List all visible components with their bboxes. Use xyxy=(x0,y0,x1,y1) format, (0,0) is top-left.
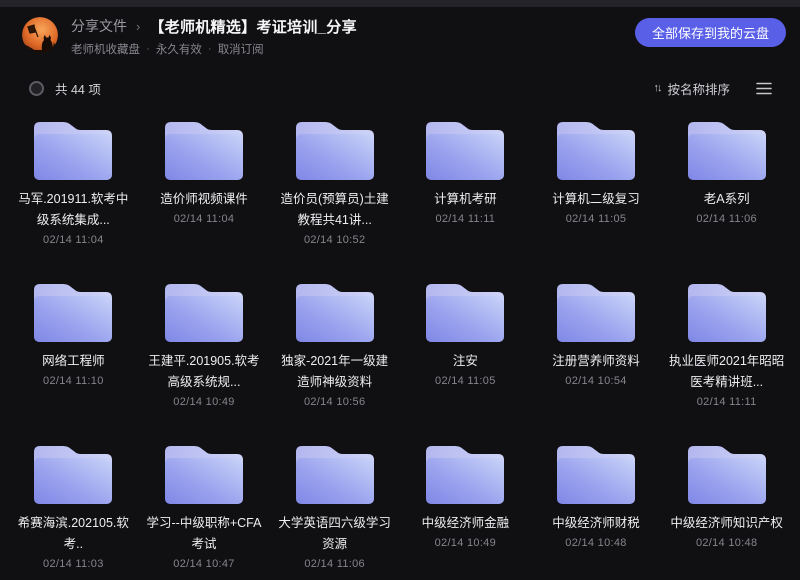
sort-by-name-label: 按名称排序 xyxy=(667,79,730,98)
folder-icon xyxy=(684,118,770,180)
share-header: 分享文件 › 【老师机精选】考证培训_分享 老师机收藏盘 · 永久有效 · 取消… xyxy=(0,7,800,57)
folder-item[interactable]: 马军.201911.软考中级系统集成... 02/14 11:04 xyxy=(8,118,139,280)
folder-item[interactable]: 中级经济师金融 02/14 10:49 xyxy=(400,442,531,580)
folder-icon xyxy=(422,280,508,342)
folder-date: 02/14 11:03 xyxy=(43,558,104,570)
folder-item[interactable]: 执业医师2021年昭昭医考精讲班... 02/14 11:11 xyxy=(661,280,792,442)
folder-item[interactable]: 中级经济师知识产权 02/14 10:48 xyxy=(661,442,792,580)
folder-icon xyxy=(30,280,116,342)
folder-icon xyxy=(161,442,247,504)
folder-name: 中级经济师金融 xyxy=(422,513,510,534)
folder-date: 02/14 10:47 xyxy=(173,558,234,570)
folder-name: 王建平.201905.软考高级系统规... xyxy=(145,351,263,393)
folder-icon xyxy=(684,280,770,342)
share-source-label: 老师机收藏盘 xyxy=(71,41,140,57)
select-all-circle[interactable] xyxy=(29,81,44,96)
folder-date: 02/14 10:54 xyxy=(565,375,626,387)
folder-icon xyxy=(422,118,508,180)
folder-item[interactable]: 网络工程师 02/14 11:10 xyxy=(8,280,139,442)
folder-date: 02/14 10:49 xyxy=(435,537,496,549)
folder-date: 02/14 10:48 xyxy=(696,537,757,549)
list-view-icon xyxy=(756,82,772,95)
folder-date: 02/14 10:52 xyxy=(304,234,365,246)
folder-icon xyxy=(422,442,508,504)
folder-name: 计算机二级复习 xyxy=(552,189,640,210)
folder-name: 执业医师2021年昭昭医考精讲班... xyxy=(668,351,786,393)
folder-item[interactable]: 中级经济师财税 02/14 10:48 xyxy=(531,442,662,580)
folder-icon xyxy=(553,118,639,180)
folder-item[interactable]: 计算机二级复习 02/14 11:05 xyxy=(531,118,662,280)
breadcrumb: 分享文件 › 【老师机精选】考证培训_分享 xyxy=(71,15,357,37)
folder-item[interactable]: 注安 02/14 11:05 xyxy=(400,280,531,442)
sort-control[interactable]: ↑↓ 按名称排序 xyxy=(653,79,730,98)
folder-name: 大学英语四六级学习资源 xyxy=(276,513,394,555)
arrows-up-down-icon: ↑↓ xyxy=(653,82,660,94)
folder-name: 中级经济师知识产权 xyxy=(670,513,783,534)
folder-icon xyxy=(30,118,116,180)
cat-sunset-avatar-icon xyxy=(22,17,58,53)
unsubscribe-link[interactable]: 取消订阅 xyxy=(218,41,264,57)
folder-name: 计算机考研 xyxy=(434,189,497,210)
avatar[interactable] xyxy=(22,17,58,53)
folder-item[interactable]: 造价师视频课件 02/14 11:04 xyxy=(139,118,270,280)
folder-date: 02/14 11:06 xyxy=(696,213,757,225)
folder-name: 老A系列 xyxy=(704,189,750,210)
folder-icon xyxy=(684,442,770,504)
folder-icon xyxy=(292,442,378,504)
folder-name: 马军.201911.软考中级系统集成... xyxy=(14,189,132,231)
folder-icon xyxy=(30,442,116,504)
folder-date: 02/14 10:56 xyxy=(304,396,365,408)
folder-name: 希赛海滨.202105.软考.. xyxy=(14,513,132,555)
folder-date: 02/14 11:04 xyxy=(174,213,235,225)
share-subtitle: 老师机收藏盘 · 永久有效 · 取消订阅 xyxy=(71,41,357,57)
subtitle-dot: · xyxy=(208,43,212,55)
folder-date: 02/14 11:05 xyxy=(435,375,496,387)
folder-icon xyxy=(161,280,247,342)
folder-item[interactable]: 独家-2021年一级建造师神级资料 02/14 10:56 xyxy=(269,280,400,442)
header-text-block: 分享文件 › 【老师机精选】考证培训_分享 老师机收藏盘 · 永久有效 · 取消… xyxy=(71,15,357,57)
folder-name: 独家-2021年一级建造师神级资料 xyxy=(276,351,394,393)
window-top-strip xyxy=(0,0,800,7)
folder-name: 造价员(预算员)土建教程共41讲... xyxy=(276,189,394,231)
folder-icon xyxy=(553,280,639,342)
item-count-label: 共 44 项 xyxy=(55,79,101,98)
folder-name: 学习--中级职称+CFA考试 xyxy=(145,513,263,555)
folder-name: 注安 xyxy=(453,351,478,372)
folder-icon xyxy=(292,280,378,342)
folder-date: 02/14 11:10 xyxy=(43,375,104,387)
folder-item[interactable]: 学习--中级职称+CFA考试 02/14 10:47 xyxy=(139,442,270,580)
save-all-to-cloud-button[interactable]: 全部保存到我的云盘 xyxy=(635,18,786,47)
folder-item[interactable]: 大学英语四六级学习资源 02/14 11:06 xyxy=(269,442,400,580)
folder-name: 中级经济师财税 xyxy=(552,513,640,534)
toolbar-left: 共 44 项 xyxy=(29,79,101,98)
folder-date: 02/14 11:11 xyxy=(697,396,757,408)
folder-icon xyxy=(161,118,247,180)
file-list-toolbar: 共 44 项 ↑↓ 按名称排序 xyxy=(0,77,800,99)
folder-date: 02/14 11:05 xyxy=(566,213,627,225)
folder-icon xyxy=(292,118,378,180)
folder-item[interactable]: 计算机考研 02/14 11:11 xyxy=(400,118,531,280)
folder-item[interactable]: 老A系列 02/14 11:06 xyxy=(661,118,792,280)
page-title: 【老师机精选】考证培训_分享 xyxy=(149,16,357,37)
folder-item[interactable]: 希赛海滨.202105.软考.. 02/14 11:03 xyxy=(8,442,139,580)
folder-grid: 马军.201911.软考中级系统集成... 02/14 11:04 造价师视频课… xyxy=(0,99,800,580)
subtitle-dot: · xyxy=(146,43,150,55)
folder-date: 02/14 10:48 xyxy=(565,537,626,549)
folder-date: 02/14 11:06 xyxy=(304,558,365,570)
folder-name: 网络工程师 xyxy=(42,351,105,372)
breadcrumb-root-link[interactable]: 分享文件 xyxy=(71,16,127,36)
folder-icon xyxy=(553,442,639,504)
folder-name: 注册营养师资料 xyxy=(552,351,640,372)
folder-item[interactable]: 王建平.201905.软考高级系统规... 02/14 10:49 xyxy=(139,280,270,442)
folder-item[interactable]: 注册营养师资料 02/14 10:54 xyxy=(531,280,662,442)
folder-name: 造价师视频课件 xyxy=(160,189,248,210)
list-view-toggle[interactable] xyxy=(756,82,772,95)
share-validity-label: 永久有效 xyxy=(156,41,202,57)
folder-date: 02/14 11:11 xyxy=(435,213,495,225)
folder-item[interactable]: 造价员(预算员)土建教程共41讲... 02/14 10:52 xyxy=(269,118,400,280)
folder-date: 02/14 10:49 xyxy=(173,396,234,408)
breadcrumb-chevron-icon: › xyxy=(136,19,140,34)
toolbar-right: ↑↓ 按名称排序 xyxy=(653,79,772,98)
folder-date: 02/14 11:04 xyxy=(43,234,104,246)
